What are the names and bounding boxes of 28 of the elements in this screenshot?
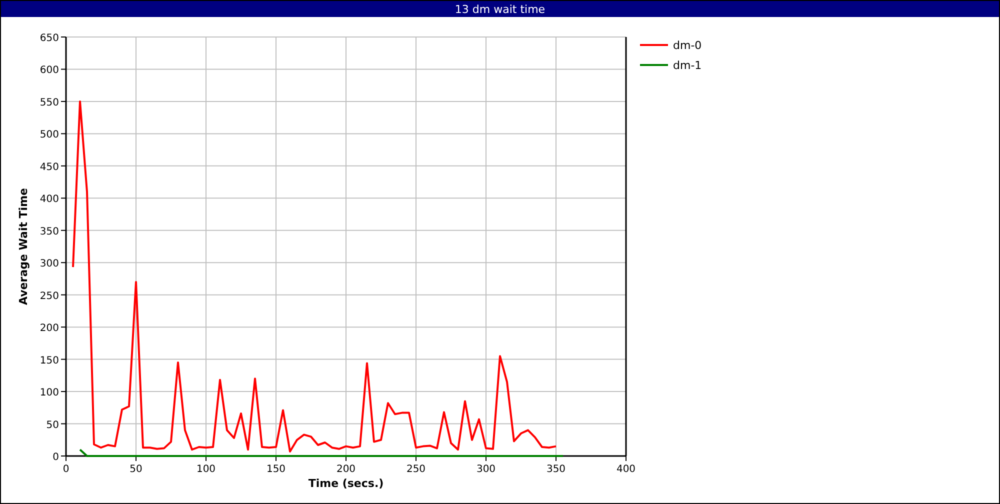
window-title: 13 dm wait time: [454, 4, 546, 14]
x-axis-title: Time (secs.): [308, 477, 384, 490]
x-tick-label: 300: [476, 464, 496, 475]
y-tick-label: 350: [40, 226, 59, 238]
y-tick-label: 200: [40, 323, 59, 334]
y-tick-label: 400: [40, 194, 59, 206]
y-tick-label: 550: [40, 97, 59, 108]
y-tick-label: 600: [40, 65, 59, 76]
x-tick-label: 100: [196, 464, 216, 475]
y-tick-label: 150: [40, 355, 59, 366]
y-tick-label: 450: [40, 162, 59, 173]
x-tick-label: 400: [616, 464, 636, 475]
x-tick-label: 0: [62, 464, 70, 475]
legend-label: dm-1: [673, 59, 702, 72]
y-tick-label: 100: [40, 388, 59, 399]
x-tick-label: 50: [130, 464, 142, 475]
y-tick-label: 50: [46, 420, 59, 431]
x-tick-label: 200: [336, 464, 356, 475]
x-tick-label: 150: [266, 464, 286, 475]
legend-label: dm-0: [673, 39, 702, 52]
y-tick-label: 650: [40, 33, 59, 44]
y-tick-label: 0: [52, 452, 59, 463]
y-tick-label: 250: [40, 290, 59, 302]
y-axis-title: Average Wait Time: [17, 188, 30, 305]
y-tick-label: 300: [40, 258, 59, 270]
y-tick-label: 500: [40, 130, 59, 141]
x-tick-label: 250: [406, 464, 426, 475]
x-tick-label: 350: [546, 464, 566, 475]
